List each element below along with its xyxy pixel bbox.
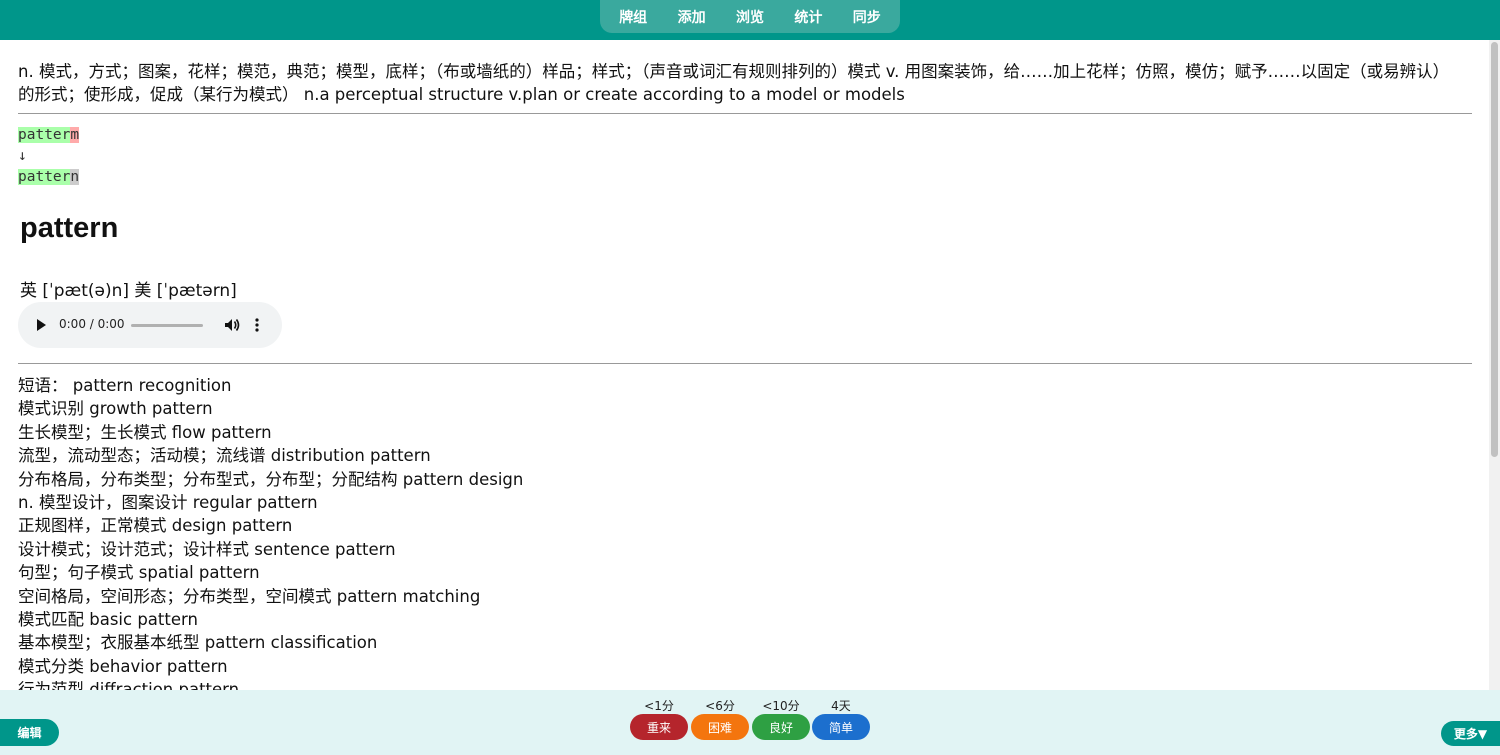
- play-icon[interactable]: [37, 319, 46, 331]
- phrase-line: 生长模型；生长模式 flow pattern: [18, 422, 272, 442]
- easy-interval: 4天: [831, 699, 851, 713]
- phonetic-text: 英 [ˈpæt(ə)n] 美 [ˈpætərn]: [20, 281, 237, 301]
- easy-button[interactable]: 简单: [812, 714, 870, 740]
- diff-arrow: ↓: [18, 148, 27, 164]
- phrase-line: 句型；句子模式 spatial pattern: [18, 563, 260, 583]
- headword: pattern: [20, 212, 119, 244]
- expected-answer: pattern: [18, 167, 80, 188]
- nav-add[interactable]: 添加: [670, 3, 714, 31]
- phrase-line: 模式分类 behavior pattern: [18, 656, 228, 676]
- phrase-line: 空间格局，空间形态；分布类型，空间模式 pattern matching: [18, 586, 481, 606]
- definition-text: n. 模式，方式；图案，花样；模范，典范；模型，底样；（布或墙纸的）样品；样式；…: [18, 62, 1450, 104]
- good-interval: <10分: [762, 699, 800, 713]
- nav-sync[interactable]: 同步: [845, 3, 889, 31]
- hard-button[interactable]: 困难: [691, 714, 749, 740]
- more-button[interactable]: 更多▼: [1441, 721, 1500, 746]
- typed-wrong-part: m: [70, 127, 80, 143]
- audio-player[interactable]: 0:00 / 0:00: [18, 302, 282, 348]
- typed-answer: patterm: [18, 125, 80, 146]
- good-button[interactable]: 良好: [752, 714, 810, 740]
- phrase-line: 短语： pattern recognition: [18, 376, 232, 395]
- divider: [18, 363, 1472, 364]
- more-options-icon[interactable]: [252, 316, 262, 334]
- scrollbar-thumb[interactable]: [1491, 42, 1498, 457]
- top-toolbar: 牌组 添加 浏览 统计 同步: [0, 0, 1500, 40]
- edit-button[interactable]: 编辑: [0, 719, 59, 746]
- phrase-line: 模式识别 growth pattern: [18, 399, 213, 419]
- hard-interval: <6分: [705, 699, 735, 713]
- again-interval: <1分: [644, 699, 674, 713]
- phrase-line: 正规图样，正常模式 design pattern: [18, 516, 293, 536]
- phrase-line: n. 模型设计，图案设计 regular pattern: [18, 493, 318, 513]
- vertical-scrollbar[interactable]: [1489, 40, 1500, 690]
- phrase-line: 设计模式；设计范式；设计样式 sentence pattern: [18, 539, 396, 559]
- nav-browse[interactable]: 浏览: [728, 3, 772, 31]
- phrase-line: 模式匹配 basic pattern: [18, 610, 198, 630]
- again-button[interactable]: 重来: [630, 714, 688, 740]
- expected-correct-part: patter: [18, 169, 71, 185]
- card-content[interactable]: n. 模式，方式；图案，花样；模范，典范；模型，底样；（布或墙纸的）样品；样式；…: [0, 40, 1489, 690]
- phrases-list: 短语： pattern recognition 模式识别 growth patt…: [18, 374, 1458, 690]
- expected-missing-part: n: [70, 169, 80, 185]
- phrase-line: 分布格局，分布类型；分布型式，分布型；分配结构 pattern design: [18, 469, 524, 489]
- audio-progress-slider[interactable]: [131, 324, 203, 327]
- audio-time: 0:00 / 0:00: [59, 317, 125, 331]
- main-nav: 牌组 添加 浏览 统计 同步: [600, 0, 900, 33]
- typed-answer-comparison: patterm ↓ pattern: [18, 125, 80, 188]
- nav-decks[interactable]: 牌组: [611, 3, 655, 31]
- phrase-line: 基本模型；衣服基本纸型 pattern classification: [18, 633, 378, 653]
- volume-icon[interactable]: [223, 316, 241, 334]
- phrase-line: 行为范型 diffraction pattern: [18, 680, 240, 690]
- typed-correct-part: patter: [18, 127, 71, 143]
- phrase-line: 流型，流动型态；活动模；流线谱 distribution pattern: [18, 446, 431, 466]
- divider: [18, 113, 1472, 114]
- nav-stats[interactable]: 统计: [786, 3, 830, 31]
- answer-bar: 编辑 <1分 <6分 <10分 4天 重来 困难 良好 简单 更多▼: [0, 690, 1500, 755]
